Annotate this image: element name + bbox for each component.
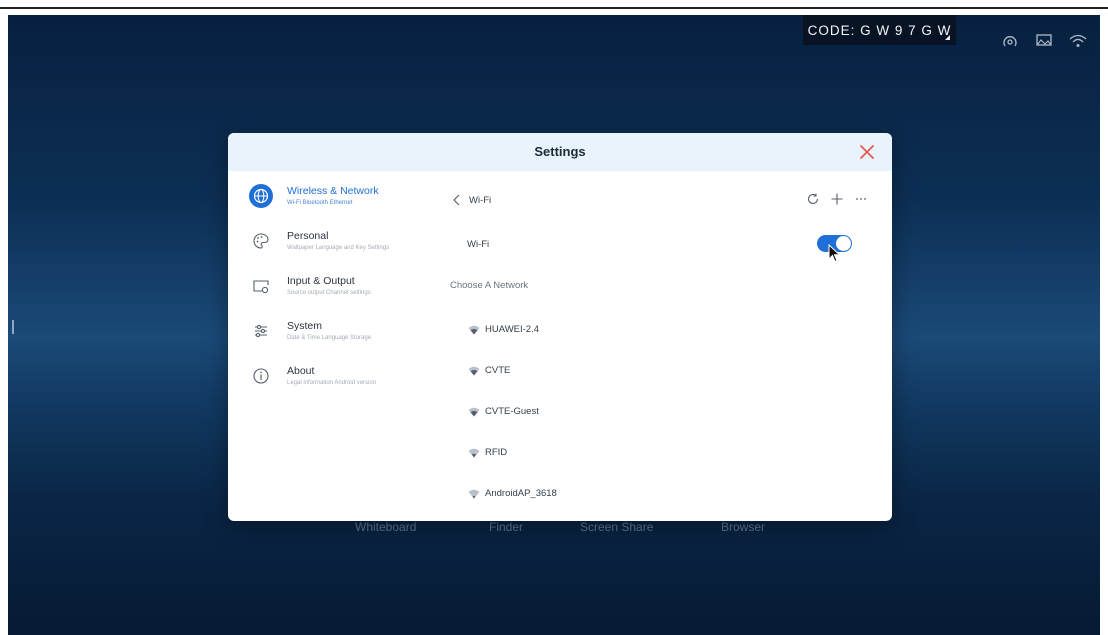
sidebar-item-about[interactable]: About Legal information Android version xyxy=(246,361,416,406)
wifi-signal-icon xyxy=(468,366,480,376)
sidebar-item-personal[interactable]: Personal Wallpaper Language and Key Sett… xyxy=(246,226,416,271)
sidebar-item-label: Wireless & Network xyxy=(287,185,379,197)
sidebar-item-label: About xyxy=(287,365,315,377)
sidebar-item-system[interactable]: System Date & Time Language Storage xyxy=(246,316,416,361)
network-name: CVTE xyxy=(485,365,511,376)
page-title: Wi-Fi xyxy=(469,195,492,206)
hotspot-icon[interactable] xyxy=(1000,33,1020,49)
back-button[interactable] xyxy=(450,193,464,207)
sidebar-item-label: System xyxy=(287,320,323,332)
sidebar-item-sublabel: Legal information Android version xyxy=(287,380,377,386)
network-name: AndroidAP_3618 xyxy=(485,488,557,499)
network-name: CVTE-Guest xyxy=(485,406,539,417)
wifi-signal-icon xyxy=(468,489,480,499)
settings-dialog: Settings Wireless & Network Wi-Fi Blueto… xyxy=(228,133,892,521)
dock-app-finder[interactable]: Finder xyxy=(489,520,523,534)
dock-app-browser[interactable]: Browser xyxy=(721,520,765,534)
dock-app-screen-share[interactable]: Screen Share xyxy=(580,520,653,534)
palette-icon xyxy=(249,229,273,253)
screen-cast-icon[interactable] xyxy=(1034,33,1054,49)
dock-app-whiteboard[interactable]: Whiteboard xyxy=(355,520,416,534)
wifi-panel: Wi-Fi Wi-Fi Choose A Network HUAWEI-2.4 xyxy=(448,133,892,521)
status-icons xyxy=(1000,33,1088,49)
sidebar-item-label: Input & Output xyxy=(287,275,355,287)
edge-handle[interactable] xyxy=(8,320,14,334)
info-icon xyxy=(249,364,273,388)
sidebar-item-input-output[interactable]: Input & Output Source output Channel set… xyxy=(246,271,416,316)
network-name: RFID xyxy=(485,447,508,458)
connection-code-badge: CODE: G W 9 7 G W xyxy=(803,15,956,45)
add-network-button[interactable] xyxy=(829,191,845,207)
sidebar-item-label: Personal xyxy=(287,230,329,242)
section-label: Choose A Network xyxy=(450,280,529,291)
sidebar-item-wireless-network[interactable]: Wireless & Network Wi-Fi Bluetooth Ether… xyxy=(246,181,416,226)
refresh-button[interactable] xyxy=(805,191,821,207)
input-output-icon xyxy=(249,274,273,298)
top-rule xyxy=(0,7,1108,9)
wifi-icon[interactable] xyxy=(1068,33,1088,49)
corner-mark-icon xyxy=(945,35,950,40)
globe-icon xyxy=(249,184,273,208)
sidebar-item-sublabel: Source output Channel settings xyxy=(287,290,371,296)
connection-code-text: CODE: G W 9 7 G W xyxy=(807,22,952,38)
wifi-signal-icon xyxy=(468,407,480,417)
more-options-button[interactable] xyxy=(853,191,869,207)
settings-sidebar: Wireless & Network Wi-Fi Bluetooth Ether… xyxy=(246,181,416,406)
sidebar-item-sublabel: Date & Time Language Storage xyxy=(287,335,372,341)
wifi-toggle-label: Wi-Fi xyxy=(467,239,490,250)
dock: Whiteboard Finder Screen Share Browser xyxy=(8,520,1100,540)
sidebar-item-sublabel: Wallpaper Language and Key Settings xyxy=(287,245,390,251)
desktop-screen: CODE: G W 9 7 G W Whiteboard Finder Scre… xyxy=(8,15,1100,635)
wifi-signal-icon xyxy=(468,325,480,335)
wifi-signal-icon xyxy=(468,448,480,458)
mouse-cursor-icon xyxy=(828,243,842,264)
sidebar-item-sublabel: Wi-Fi Bluetooth Ethernet xyxy=(287,200,353,206)
sliders-icon xyxy=(249,319,273,343)
network-name: HUAWEI-2.4 xyxy=(485,324,540,335)
